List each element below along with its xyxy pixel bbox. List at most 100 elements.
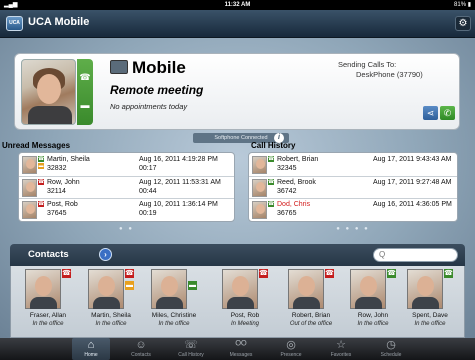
presence-indicator: ☎ [62, 269, 71, 309]
avatar [22, 156, 37, 174]
presence-indicator: ☎ [268, 179, 274, 197]
message-number: 32114 [47, 188, 66, 195]
avatar [88, 269, 124, 309]
message-duration: 00:44 [139, 188, 157, 195]
phone-icon: ☎ [325, 269, 334, 278]
call-date: Aug 17, 2011 9:27:48 AM [373, 179, 452, 186]
call-history-icon: ☏ [184, 339, 198, 351]
call-history-header: Call History [251, 141, 296, 150]
avatar [25, 269, 61, 309]
settings-gear-icon[interactable]: ⚙ [455, 16, 471, 31]
phone-icon: ☎ [79, 72, 91, 82]
avatar [22, 179, 37, 197]
history-pager-dots[interactable]: ● ● ● ● [248, 226, 458, 232]
presence-indicator: ☎ ▬ [125, 269, 134, 309]
call-number: 36765 [277, 210, 297, 217]
avatar [22, 201, 37, 219]
tab-presence[interactable]: ◎ Presence [272, 338, 310, 360]
call-number: 32345 [277, 165, 297, 172]
phone-icon: ☎ [38, 179, 45, 185]
contact-status: Out of the office [289, 321, 333, 327]
avatar [151, 269, 187, 309]
tab-schedule[interactable]: ◷ Schedule [372, 338, 410, 360]
contact-name: Fraser, Allan [29, 312, 67, 319]
title-bar: UCA UCA Mobile ⚙ [0, 10, 475, 38]
call-row[interactable]: ☎ Dod, Chris 36765 Aug 16, 2011 4:36:05 … [249, 198, 457, 220]
tab-favorites[interactable]: ☆ Favorites [322, 338, 360, 360]
phone-icon: ☎ [38, 201, 45, 207]
message-row[interactable]: ☎ ▬ Martin, Sheila 32832 Aug 16, 2011 4:… [19, 154, 234, 176]
avatar [407, 269, 443, 309]
presence-indicator: ☎ [444, 269, 453, 309]
profile-avatar[interactable] [21, 59, 76, 125]
chat-icon: ▬ [38, 163, 44, 169]
contact-status: In the office [32, 321, 64, 327]
presence-indicator: ☎ [268, 201, 274, 219]
contacts-search-input[interactable]: Q [373, 248, 458, 262]
battery-indicator: 81% ▮ [454, 2, 471, 8]
presence-indicator: ☎ [268, 156, 274, 174]
contact-name: Post, Rob [230, 312, 260, 319]
message-date: Aug 10, 2011 1:36:14 PM [139, 201, 218, 208]
tab-home[interactable]: ⌂ Home [72, 338, 110, 360]
contact-status: In Meeting [230, 321, 260, 327]
status-time: 11:32 AM [224, 2, 251, 8]
call-row[interactable]: ☎ Reed, Brook 36742 Aug 17, 2011 9:27:48… [249, 176, 457, 198]
avatar [252, 201, 267, 219]
profile-card: ☎ ▬ Mobile Remote meeting No appointment… [14, 53, 460, 130]
avatar [252, 179, 267, 197]
presence-indicator: ☎ [38, 179, 44, 197]
home-icon: ⌂ [87, 339, 95, 351]
contact-card[interactable]: ☎ Fraser, Allan In the office [21, 269, 83, 335]
chat-icon: ▬ [188, 281, 197, 290]
person-icon: ☺ [135, 339, 147, 351]
tab-call-history[interactable]: ☏ Call History [172, 338, 210, 360]
unread-messages-header: Unread Messages [2, 141, 71, 150]
presence-indicator: ▬ [188, 269, 197, 309]
call-row[interactable]: ☎ Robert, Brian 32345 Aug 17, 2011 9:43:… [249, 154, 457, 176]
message-row[interactable]: ☎ Post, Rob 37645 Aug 10, 2011 1:36:14 P… [19, 198, 234, 220]
message-number: 37645 [47, 210, 67, 217]
phone-icon: ☎ [268, 156, 275, 162]
presence-indicator: ☎ [259, 269, 268, 309]
tab-messages[interactable]: ᴼᴼ Messages [222, 338, 260, 360]
chat-icon: ▬ [125, 281, 134, 290]
message-date: Aug 16, 2011 4:19:28 PM [139, 156, 218, 163]
presence-indicator: ☎ [387, 269, 396, 309]
app-logo-icon: UCA [6, 16, 23, 31]
contacts-header: Contacts [28, 249, 69, 260]
phone-icon: ☎ [38, 156, 45, 162]
presence-status-text[interactable]: Remote meeting [110, 83, 203, 97]
tab-contacts[interactable]: ☺ Contacts [122, 338, 160, 360]
share-button[interactable]: ⋖ [423, 106, 438, 120]
presence-icon: ◎ [286, 339, 296, 351]
unread-pager-dots[interactable]: ● ● [18, 226, 235, 232]
bottom-tab-bar: ⌂ Home ☺ Contacts ☏ Call History ᴼᴼ Mess… [0, 338, 475, 360]
call-history-list: ☎ Robert, Brian 32345 Aug 17, 2011 9:43:… [248, 152, 458, 222]
phone-icon: ☎ [268, 201, 275, 207]
message-number: 32832 [47, 165, 67, 172]
call-button[interactable]: ✆ [440, 106, 455, 120]
appointments-text: No appointments today [110, 102, 188, 111]
message-row[interactable]: ☎ Row, John 32114 Aug 12, 2011 11:53:31 … [19, 176, 234, 198]
phone-icon: ☎ [387, 269, 396, 278]
contact-card[interactable]: ☎ Post, Rob In Meeting [218, 269, 280, 335]
contact-card[interactable]: ☎ ▬ Martin, Sheila In the office [84, 269, 146, 335]
phone-icon: ☎ [125, 269, 134, 278]
contact-name: Miles, Christine [151, 312, 197, 319]
contact-card[interactable]: ☎ Spent, Dave In the office [403, 269, 465, 335]
status-bar: ▂▄▆ 11:32 AM 81% ▮ [0, 0, 475, 10]
info-icon[interactable]: › [99, 248, 112, 261]
presence-indicator: ☎ ▬ [38, 156, 44, 174]
sending-calls-destination[interactable]: DeskPhone (37790) [356, 70, 423, 79]
phone-icon: ☎ [259, 269, 268, 278]
contact-name: Robert, Brian [291, 312, 331, 319]
device-mode[interactable]: Mobile [132, 58, 186, 78]
message-duration: 00:17 [139, 165, 157, 172]
contact-card[interactable]: ▬ Miles, Christine In the office [147, 269, 209, 335]
contact-card[interactable]: ☎ Robert, Brian Out of the office [284, 269, 346, 335]
avatar [222, 269, 258, 309]
message-duration: 00:19 [139, 210, 157, 217]
avatar [288, 269, 324, 309]
contacts-strip: ☎ Fraser, Allan In the office ☎ ▬ Martin,… [10, 266, 465, 338]
